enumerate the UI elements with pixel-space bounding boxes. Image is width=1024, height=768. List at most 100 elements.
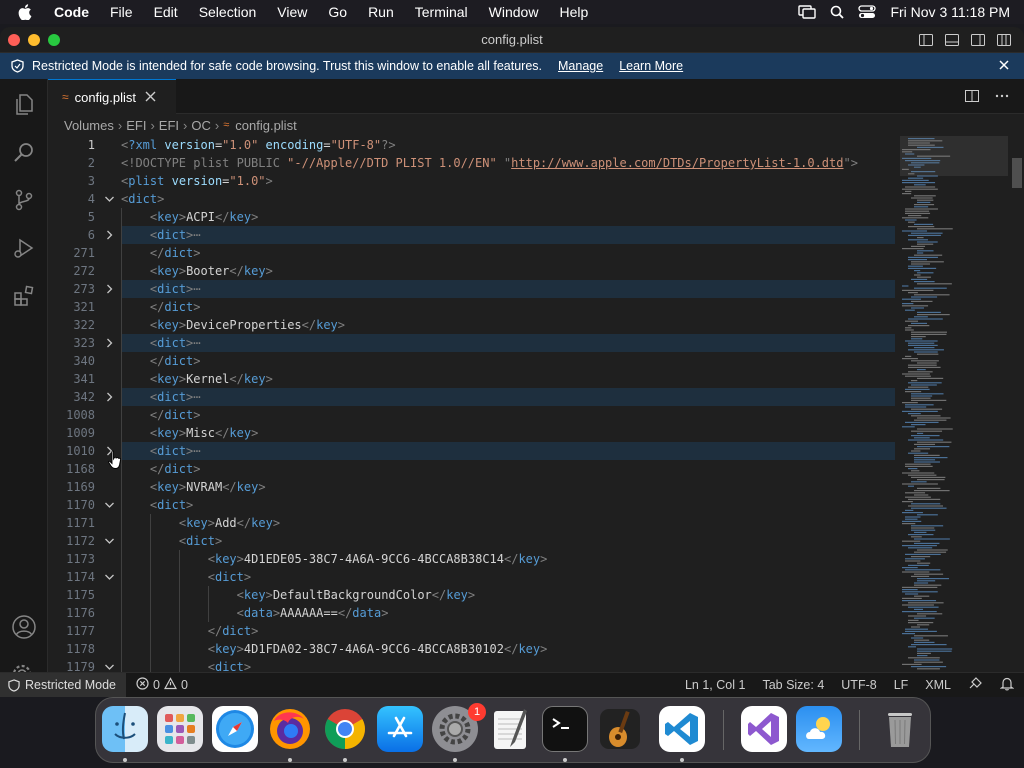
code-line[interactable]: 340 </dict> (48, 352, 898, 370)
menu-terminal[interactable]: Terminal (415, 4, 468, 20)
code-line[interactable]: 342 <dict>⋯ (48, 388, 898, 406)
close-tab-icon[interactable] (145, 90, 156, 105)
chrome-icon[interactable] (322, 706, 368, 752)
visual-studio-icon[interactable] (741, 706, 787, 752)
code-line[interactable]: 1178 <key>4D1FDA02-38C7-4A6A-9CC6-4BCCA8B… (48, 640, 898, 658)
control-center-icon[interactable] (858, 5, 877, 19)
breadcrumb-item[interactable]: EFI (159, 118, 179, 133)
weather-icon[interactable] (796, 706, 842, 752)
source-control-icon[interactable] (10, 186, 38, 214)
spotlight-search-icon[interactable] (830, 5, 845, 19)
code-line[interactable]: 1 <?xml version="1.0" encoding="UTF-8"?> (48, 136, 898, 154)
code-line[interactable]: 1179 <dict> (48, 658, 898, 672)
indent-guide (207, 604, 209, 622)
textedit-icon[interactable] (487, 706, 533, 752)
code-line[interactable]: 323 <dict>⋯ (48, 334, 898, 352)
menu-window[interactable]: Window (489, 4, 539, 20)
explorer-icon[interactable] (10, 90, 38, 118)
menu-app-name[interactable]: Code (54, 4, 89, 20)
code-line[interactable]: 2 <!DOCTYPE plist PUBLIC "-//Apple//DTD P… (48, 154, 898, 172)
code-line[interactable]: 6 <dict>⋯ (48, 226, 898, 244)
terminal-icon[interactable] (542, 706, 588, 752)
tab-config-plist[interactable]: ≈ config.plist (48, 79, 176, 114)
code-line[interactable]: 1173 <key>4D1EDE05-38C7-4A6A-9CC6-4BCCA8B… (48, 550, 898, 568)
encoding-status[interactable]: UTF-8 (841, 678, 876, 692)
restricted-mode-status[interactable]: Restricted Mode (0, 673, 127, 697)
menu-help[interactable]: Help (559, 4, 588, 20)
breadcrumb-item[interactable]: Volumes (64, 118, 114, 133)
garageband-icon[interactable] (597, 706, 643, 752)
accounts-icon[interactable] (10, 613, 38, 641)
manage-link[interactable]: Manage (558, 59, 603, 73)
minimize-window-button[interactable] (28, 34, 40, 46)
vertical-scrollbar[interactable] (1012, 136, 1024, 672)
trash-icon[interactable] (877, 706, 923, 752)
menu-file[interactable]: File (110, 4, 133, 20)
extensions-icon[interactable] (10, 282, 38, 310)
menu-run[interactable]: Run (368, 4, 394, 20)
code-line[interactable]: 1169 <key>NVRAM</key> (48, 478, 898, 496)
code-line[interactable]: 341 <key>Kernel</key> (48, 370, 898, 388)
toggle-panel-icon[interactable] (944, 32, 960, 51)
code-line[interactable]: 1009 <key>Misc</key> (48, 424, 898, 442)
code-line[interactable]: 271 </dict> (48, 244, 898, 262)
run-debug-icon[interactable] (10, 234, 38, 262)
minimap-line (905, 375, 931, 377)
code-line[interactable]: 1171 <key>Add</key> (48, 514, 898, 532)
code-line[interactable]: 1177 </dict> (48, 622, 898, 640)
code-line[interactable]: 1174 <dict> (48, 568, 898, 586)
breadcrumb-item[interactable]: config.plist (235, 118, 296, 133)
code-line[interactable]: 1175 <key>DefaultBackgroundColor</key> (48, 586, 898, 604)
menubar-clock[interactable]: Fri Nov 3 11:18 PM (890, 4, 1010, 20)
safari-icon[interactable] (212, 706, 258, 752)
more-actions-icon[interactable] (994, 88, 1010, 109)
app-store-icon[interactable] (377, 706, 423, 752)
code-line[interactable]: 1172 <dict> (48, 532, 898, 550)
code-token: key (518, 642, 541, 656)
menu-view[interactable]: View (277, 4, 307, 20)
code-line[interactable]: 321 </dict> (48, 298, 898, 316)
menu-edit[interactable]: Edit (154, 4, 178, 20)
vscode-icon[interactable] (659, 706, 705, 752)
learn-more-link[interactable]: Learn More (619, 59, 683, 73)
close-icon[interactable] (998, 59, 1010, 74)
code-line[interactable]: 3 <plist version="1.0"> (48, 172, 898, 190)
code-line[interactable]: 1008 </dict> (48, 406, 898, 424)
notifications-bell-icon[interactable] (999, 676, 1015, 694)
firefox-icon[interactable] (267, 706, 313, 752)
problems-status[interactable]: 0 0 (136, 677, 188, 693)
fold-chevron-down-icon[interactable] (104, 658, 116, 672)
menu-go[interactable]: Go (328, 4, 347, 20)
toggle-primary-sidebar-icon[interactable] (918, 32, 934, 51)
apple-icon[interactable] (18, 4, 34, 20)
code-line[interactable]: 322 <key>DeviceProperties</key> (48, 316, 898, 334)
code-line[interactable]: 273 <dict>⋯ (48, 280, 898, 298)
finder-icon[interactable] (102, 706, 148, 752)
toggle-secondary-sidebar-icon[interactable] (970, 32, 986, 51)
language-mode-status[interactable]: XML (925, 678, 951, 692)
customize-layout-icon[interactable] (996, 32, 1012, 51)
tab-size-status[interactable]: Tab Size: 4 (762, 678, 824, 692)
code-line[interactable]: 4 <dict> (48, 190, 898, 208)
code-editor[interactable]: 1 <?xml version="1.0" encoding="UTF-8"?> 2… (48, 136, 1024, 672)
scrollbar-thumb[interactable] (1012, 158, 1022, 188)
minimap[interactable] (900, 136, 1010, 672)
zoom-window-button[interactable] (48, 34, 60, 46)
split-editor-icon[interactable] (964, 88, 980, 109)
breadcrumb-item[interactable]: EFI (126, 118, 146, 133)
launchpad-icon[interactable] (157, 706, 203, 752)
feedback-icon[interactable] (968, 676, 983, 694)
search-icon[interactable] (10, 138, 38, 166)
menu-selection[interactable]: Selection (199, 4, 257, 20)
eol-status[interactable]: LF (894, 678, 909, 692)
screen-mirroring-icon[interactable] (798, 5, 817, 19)
cursor-position[interactable]: Ln 1, Col 1 (685, 678, 745, 692)
code-line[interactable]: 1170 <dict> (48, 496, 898, 514)
code-line[interactable]: 1176 <data>AAAAAA==</data> (48, 604, 898, 622)
code-line[interactable]: 1010 <dict>⋯ (48, 442, 898, 460)
breadcrumb-item[interactable]: OC (191, 118, 211, 133)
code-line[interactable]: 5 <key>ACPI</key> (48, 208, 898, 226)
close-window-button[interactable] (8, 34, 20, 46)
code-line[interactable]: 1168 </dict> (48, 460, 898, 478)
code-line[interactable]: 272 <key>Booter</key> (48, 262, 898, 280)
